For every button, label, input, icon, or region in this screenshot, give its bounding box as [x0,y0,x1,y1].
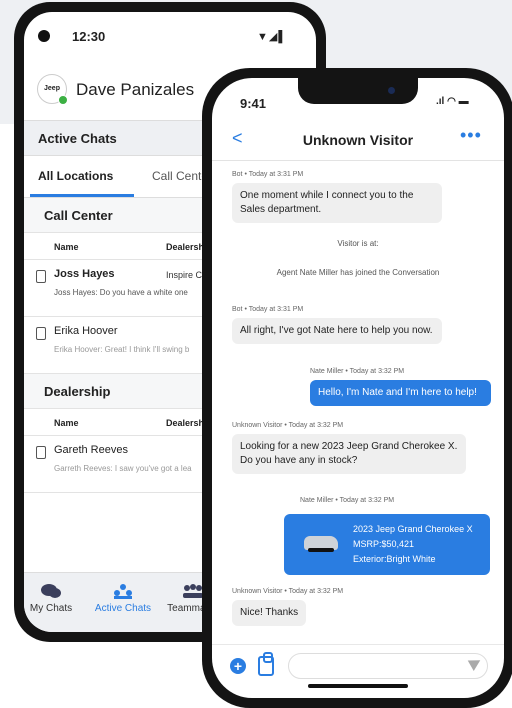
status-bar: 12:30 ▼◢▌ [24,12,316,54]
camera-icon [38,30,50,42]
col-name: Name [54,418,79,428]
add-icon[interactable]: + [230,658,246,674]
nav-label: My Chats [29,603,73,614]
nav-label: Active Chats [94,603,152,614]
message-input[interactable] [288,653,488,679]
group-title: Dealership [44,384,111,399]
nav-active-chats[interactable]: Active Chats [88,583,158,614]
device-icon [36,270,46,283]
vehicle-card[interactable]: 2023 Jeep Grand Cherokee X MSRP:$50,421 … [284,514,490,575]
message-bubble: Nice! Thanks [232,600,307,626]
active-tab-indicator [30,194,134,197]
message-meta: Bot • Today at 3:31 PM [232,171,304,178]
visitor-name: Gareth Reeves [54,444,128,456]
status-time: 9:41 [240,96,267,111]
iphone: 9:41 .ıl ◠ ▬ < Unknown Visitor ••• Bot •… [202,68,512,708]
message-meta: Unknown Visitor • Today at 3:32 PM [232,588,344,595]
status-time: 12:30 [72,29,106,44]
online-status-dot [58,95,68,105]
message-meta: Nate Miller • Today at 3:32 PM [310,368,405,375]
car-thumbnail-icon [304,536,338,552]
iphone-screen: 9:41 .ıl ◠ ▬ < Unknown Visitor ••• Bot •… [212,78,504,698]
message-bubble-outgoing: Hello, I'm Nate and I'm here to help! [310,380,491,406]
message-meta: Nate Miller • Today at 3:32 PM [300,497,395,504]
home-indicator [308,684,408,688]
message-bubble: All right, I've got Nate here to help yo… [232,318,442,344]
message-preview: Joss Hayes: Do you have a white one [54,288,188,297]
signal-wifi-battery-icon: .ıl ◠ ▬ [436,96,469,107]
composer-bar: + [212,644,504,698]
signal-battery-icon: ▼◢▌ [257,31,288,43]
message-preview: Erika Hoover: Great! I think I'll swing … [54,345,190,354]
message-meta: Bot • Today at 3:31 PM [232,306,304,313]
vehicle-msrp: MSRP:$50,421 [353,539,415,549]
message-bubble: Looking for a new 2023 Jeep Grand Cherok… [232,434,466,474]
section-title: Active Chats [38,131,117,146]
group-chat-icon [114,584,132,599]
nav-my-chats[interactable]: My Chats [24,583,86,614]
visitor-name: Erika Hoover [54,325,118,337]
notch [298,78,418,104]
vehicle-title: 2023 Jeep Grand Cherokee X [353,524,473,534]
more-options-icon[interactable]: ••• [460,125,482,146]
vehicle-inventory-icon[interactable] [258,652,274,676]
visitor-name: Joss Hayes [54,268,115,280]
message-bubble: One moment while I connect you to the Sa… [232,183,442,223]
user-name: Dave Panizales [76,80,195,99]
system-message: Visitor is at: [337,239,379,248]
vehicle-exterior: Exterior:Bright White [353,554,436,564]
system-message: Agent Nate Miller has joined the Convers… [276,268,440,277]
camera-icon [388,87,395,94]
device-icon [36,327,46,340]
chat-header: < Unknown Visitor ••• [212,120,504,161]
device-icon [36,446,46,459]
col-name: Name [54,242,79,252]
group-title: Call Center [44,208,113,223]
message-preview: Garreth Reeves: I saw you've got a lea [54,464,192,473]
message-meta: Unknown Visitor • Today at 3:32 PM [232,422,344,429]
tab-all-locations[interactable]: All Locations [38,169,113,183]
chat-bubbles-icon [41,584,61,598]
team-icon [183,584,203,598]
